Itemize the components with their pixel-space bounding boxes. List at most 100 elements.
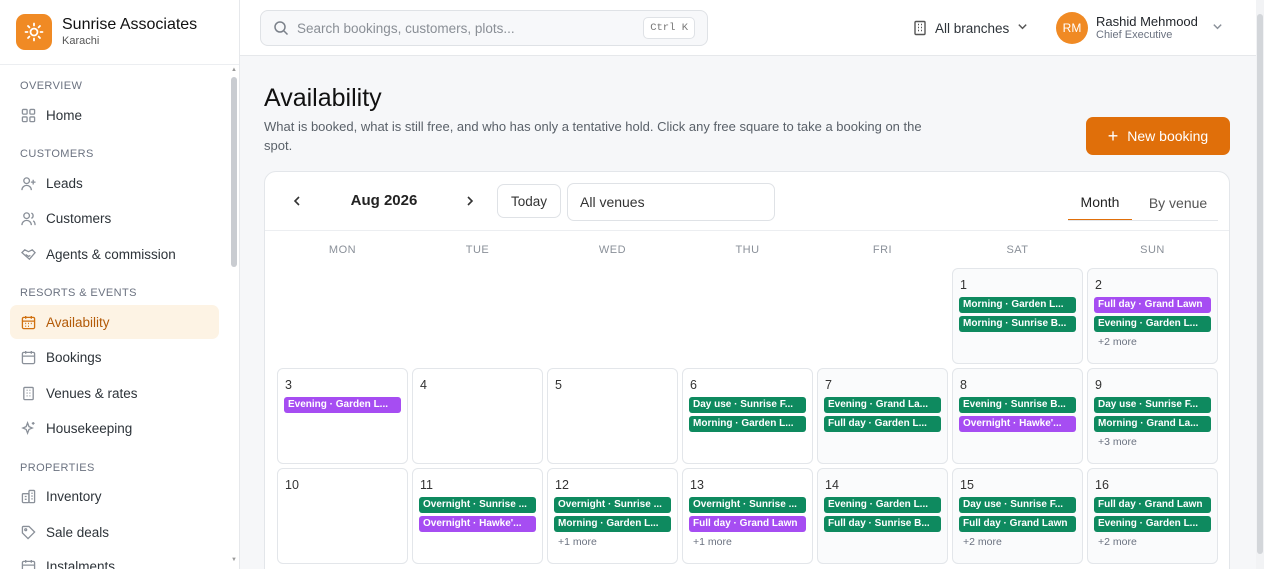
sidebar-item-housekeeping[interactable]: Housekeeping <box>10 411 219 445</box>
booking-chip-confirmed[interactable]: Overnight · Sunrise ... <box>689 497 806 513</box>
sidebar-item-label: Venues & rates <box>46 385 138 401</box>
booking-chip-confirmed[interactable]: Morning · Garden L... <box>959 297 1076 313</box>
calendar-day-cell[interactable]: 14 Evening · Garden L... Full day · Sunris… <box>817 468 948 564</box>
buildings-icon <box>20 488 36 504</box>
calendar-day-cell[interactable]: 9 Day use · Sunrise F... Morning · Grand L… <box>1087 368 1218 464</box>
sidebar-item-label: Customers <box>46 210 112 226</box>
booking-chip-tentative[interactable]: Overnight · Hawke'... <box>419 516 536 532</box>
sidebar-item-customers[interactable]: Customers <box>10 201 219 235</box>
page-scroll-thumb[interactable] <box>1257 14 1263 554</box>
more-bookings-link[interactable]: +2 more <box>1098 336 1137 348</box>
calendar-day-cell[interactable]: 15 Day use · Sunrise F... Full day · Grand… <box>952 468 1083 564</box>
sidebar-item-sale-deals[interactable]: Sale deals <box>10 515 219 549</box>
day-number: 4 <box>420 378 427 392</box>
more-bookings-link[interactable]: +1 more <box>558 536 597 548</box>
calendar-day-cell[interactable]: 11 Overnight · Sunrise ... Overnight · Haw… <box>412 468 543 564</box>
calendar-day-cell[interactable]: 1 Morning · Garden L... Morning · Sunrise … <box>952 268 1083 364</box>
sidebar-nav: OVERVIEW Home CUSTOMERS Leads Customers … <box>0 65 230 569</box>
today-button[interactable]: Today <box>497 184 561 218</box>
calendar-day-cell[interactable]: 5 <box>547 368 678 464</box>
venue-filter-select[interactable]: All venues <box>567 183 775 221</box>
day-number: 10 <box>285 478 299 492</box>
sidebar-item-venues[interactable]: Venues & rates <box>10 376 219 410</box>
booking-chip-confirmed[interactable]: Evening · Garden L... <box>1094 316 1211 332</box>
page-scrollbar[interactable] <box>1256 0 1264 569</box>
booking-chip-tentative[interactable]: Evening · Garden L... <box>284 397 401 413</box>
more-bookings-link[interactable]: +2 more <box>1098 536 1137 548</box>
booking-chip-tentative[interactable]: Overnight · Hawke'... <box>959 416 1076 432</box>
user-menu[interactable]: RM Rashid Mehmood Chief Executive <box>1056 12 1223 44</box>
sidebar-item-leads[interactable]: Leads <box>10 166 219 200</box>
weekday-label: TUE <box>465 244 490 256</box>
page-subtitle: What is booked, what is still free, and … <box>264 119 922 153</box>
booking-chip-confirmed[interactable]: Evening · Sunrise B... <box>959 397 1076 413</box>
calendar-day-cell[interactable]: 7 Evening · Grand La... Full day · Garden … <box>817 368 948 464</box>
booking-chip-confirmed[interactable]: Day use · Sunrise F... <box>1094 397 1211 413</box>
tab-by-venue[interactable]: By venue <box>1138 184 1218 221</box>
day-number: 5 <box>555 378 562 392</box>
tag-icon <box>20 524 36 540</box>
booking-chip-tentative[interactable]: Full day · Grand Lawn <box>1094 297 1211 313</box>
scroll-up-arrow-icon[interactable]: ▲ <box>231 67 237 73</box>
sidebar-item-inventory[interactable]: Inventory <box>10 479 219 513</box>
booking-chip-confirmed[interactable]: Day use · Sunrise F... <box>689 397 806 413</box>
booking-chip-confirmed[interactable]: Full day · Garden L... <box>824 416 941 432</box>
search-box[interactable]: Ctrl K <box>260 10 708 46</box>
booking-chip-confirmed[interactable]: Morning · Grand La... <box>1094 416 1211 432</box>
sidebar-item-agents[interactable]: Agents & commission <box>10 237 219 271</box>
booking-chip-confirmed[interactable]: Evening · Garden L... <box>824 497 941 513</box>
sidebar-item-home[interactable]: Home <box>10 98 219 132</box>
next-month-button[interactable] <box>460 191 480 211</box>
new-booking-button[interactable]: + New booking <box>1086 117 1230 155</box>
booking-chip-confirmed[interactable]: Evening · Garden L... <box>1094 516 1211 532</box>
sidebar-item-bookings[interactable]: Bookings <box>10 340 219 374</box>
sidebar-item-label: Home <box>46 107 83 123</box>
chevron-down-icon <box>1212 21 1223 35</box>
weekday-header: MON TUE WED THU FRI SAT SUN <box>277 244 1219 260</box>
booking-chip-confirmed[interactable]: Morning · Garden L... <box>689 416 806 432</box>
more-bookings-link[interactable]: +1 more <box>693 536 732 548</box>
calendar-day-cell[interactable]: 2 Full day · Grand Lawn Evening · Garden L… <box>1087 268 1218 364</box>
booking-chip-confirmed[interactable]: Overnight · Sunrise ... <box>419 497 536 513</box>
booking-chip-confirmed[interactable]: Morning · Sunrise B... <box>959 316 1076 332</box>
branch-label: All branches <box>935 20 1010 36</box>
calendar-day-cell[interactable]: 6 Day use · Sunrise F... Morning · Garden … <box>682 368 813 464</box>
chevron-down-icon <box>1017 21 1028 35</box>
new-booking-label: New booking <box>1127 128 1209 144</box>
booking-chip-confirmed[interactable]: Day use · Sunrise F... <box>959 497 1076 513</box>
more-bookings-link[interactable]: +3 more <box>1098 436 1137 448</box>
calendar-day-cell[interactable]: 13 Overnight · Sunrise ... Full day · Gran… <box>682 468 813 564</box>
brand[interactable]: Sunrise Associates Karachi <box>16 14 197 50</box>
booking-chip-confirmed[interactable]: Full day · Grand Lawn <box>959 516 1076 532</box>
sidebar-item-availability[interactable]: Availability <box>10 305 219 339</box>
booking-chip-confirmed[interactable]: Evening · Grand La... <box>824 397 941 413</box>
calendar-day-cell[interactable]: 10 <box>277 468 408 564</box>
booking-chip-confirmed[interactable]: Morning · Garden L... <box>554 516 671 532</box>
calendar-day-cell[interactable]: 12 Overnight · Sunrise ... Morning · Garde… <box>547 468 678 564</box>
sidebar-item-label: Instalments <box>46 558 116 569</box>
branch-selector[interactable]: All branches <box>912 18 1028 38</box>
more-bookings-link[interactable]: +2 more <box>963 536 1002 548</box>
topbar: Ctrl K All branches RM Rashid Mehmood Ch… <box>240 0 1256 56</box>
booking-chip-tentative[interactable]: Full day · Grand Lawn <box>689 516 806 532</box>
search-input[interactable] <box>297 20 627 36</box>
calendar-day-cell[interactable]: 8 Evening · Sunrise B... Overnight · Hawke… <box>952 368 1083 464</box>
day-number: 12 <box>555 478 569 492</box>
nav-section-overview: OVERVIEW <box>20 80 83 92</box>
sidebar-scrollbar[interactable]: ▲ ▼ <box>230 65 238 569</box>
scroll-down-arrow-icon[interactable]: ▼ <box>231 557 237 563</box>
sidebar-item-instalments[interactable]: Instalments <box>10 549 219 569</box>
nav-section-properties: PROPERTIES <box>20 462 95 474</box>
sidebar-scroll-thumb[interactable] <box>231 77 237 267</box>
tab-month[interactable]: Month <box>1068 184 1132 221</box>
weekday-label: SAT <box>1006 244 1029 256</box>
handshake-icon <box>20 246 36 262</box>
booking-chip-confirmed[interactable]: Full day · Sunrise B... <box>824 516 941 532</box>
booking-chip-confirmed[interactable]: Overnight · Sunrise ... <box>554 497 671 513</box>
calendar-day-cell[interactable]: 3 Evening · Garden L... <box>277 368 408 464</box>
user-role: Chief Executive <box>1096 29 1173 41</box>
prev-month-button[interactable] <box>287 191 307 211</box>
calendar-day-cell[interactable]: 16 Full day · Grand Lawn Evening · Garden … <box>1087 468 1218 564</box>
calendar-day-cell[interactable]: 4 <box>412 368 543 464</box>
booking-chip-confirmed[interactable]: Full day · Grand Lawn <box>1094 497 1211 513</box>
